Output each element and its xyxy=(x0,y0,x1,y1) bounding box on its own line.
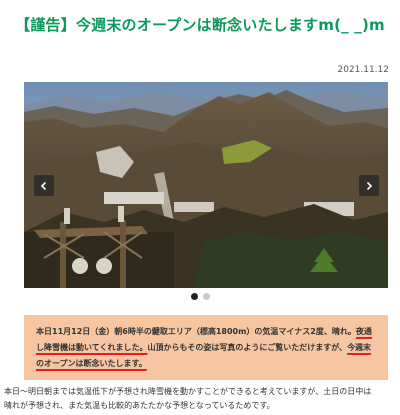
slide-dot-2[interactable] xyxy=(202,293,210,300)
image-slider[interactable] xyxy=(24,82,388,288)
post-date: 2021.11.12 xyxy=(337,65,389,75)
slider-next-button[interactable] xyxy=(359,175,379,196)
body-paragraph: 本日〜明日朝までは気温低下が予想され降雪機を動かすことができると考えていますが、… xyxy=(4,385,396,413)
slider-prev-button[interactable] xyxy=(34,175,54,196)
chevron-left-icon xyxy=(40,181,47,190)
body-line-2: 晴れが予想され、また気温も比較的あたたかな予想となっているためです。 xyxy=(4,401,275,410)
slide-photo xyxy=(24,82,388,288)
body-line-1: 本日〜明日朝までは気温低下が予想され降雪機を動かすことができると考えていますが、… xyxy=(4,387,372,396)
slider-pagination xyxy=(0,293,400,300)
notice-box: 本日11月12日（金）朝6時半の鍵取エリア（標高1800m）の気温マイナス2度、… xyxy=(24,315,388,380)
page-title: 【謹告】今週末のオープンは断念いたしますm(_ _)m xyxy=(15,16,385,34)
notice-text-2: 山頂からもその姿は写真のようにご覧いただけますが、 xyxy=(147,343,348,352)
notice-text-1: 本日11月12日（金）朝6時半の鍵取エリア（標高1800m）の気温マイナス2度、… xyxy=(36,327,356,336)
slide-dot-1[interactable] xyxy=(190,293,198,300)
chevron-right-icon xyxy=(366,181,373,190)
